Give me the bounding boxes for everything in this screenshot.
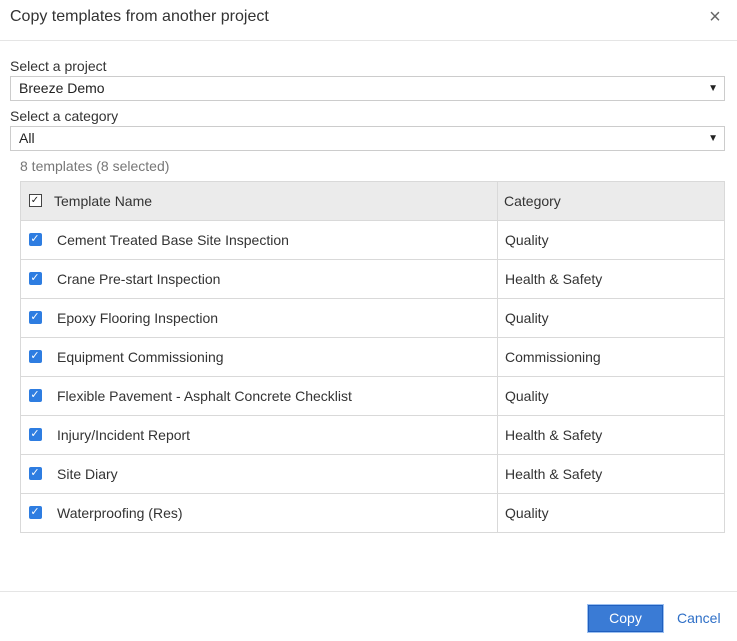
project-select[interactable]: Breeze Demo ▼ — [10, 76, 725, 101]
templates-table: ✓ Template Name Category ✓ Cement Treated… — [20, 181, 725, 533]
table-header-row: ✓ Template Name Category — [20, 181, 725, 221]
project-select-value: Breeze Demo — [19, 80, 105, 96]
table-row[interactable]: ✓ Cement Treated Base Site Inspection Qual… — [20, 220, 725, 260]
template-category-cell: Commissioning — [497, 337, 725, 377]
row-checkbox[interactable]: ✓ — [28, 310, 42, 324]
dialog-title: Copy templates from another project — [10, 8, 269, 25]
row-checkbox[interactable]: ✓ — [28, 349, 42, 363]
row-checkbox[interactable]: ✓ — [28, 232, 42, 246]
copy-button[interactable]: Copy — [588, 605, 663, 632]
row-checkbox[interactable]: ✓ — [28, 505, 42, 519]
template-category-cell: Health & Safety — [497, 259, 725, 299]
template-name-cell: Site Diary — [49, 454, 498, 494]
template-category-cell: Health & Safety — [497, 454, 725, 494]
dropdown-arrow-icon: ▼ — [708, 133, 718, 144]
table-row[interactable]: ✓ Flexible Pavement - Asphalt Concrete Ch… — [20, 376, 725, 416]
dialog-footer: Copy Cancel — [0, 591, 737, 641]
header-category[interactable]: Category — [497, 181, 725, 221]
table-row[interactable]: ✓ Equipment Commissioning Commissioning — [20, 337, 725, 377]
category-label: Select a category — [10, 108, 119, 124]
template-name-cell: Cement Treated Base Site Inspection — [49, 220, 498, 260]
template-name-cell: Crane Pre-start Inspection — [49, 259, 498, 299]
template-category-cell: Quality — [497, 220, 725, 260]
cancel-link[interactable]: Cancel — [677, 610, 721, 626]
template-name-cell: Equipment Commissioning — [49, 337, 498, 377]
table-row[interactable]: ✓ Crane Pre-start Inspection Health & Safe… — [20, 259, 725, 299]
template-name-cell: Flexible Pavement - Asphalt Concrete Che… — [49, 376, 498, 416]
category-select-value: All — [19, 130, 35, 146]
template-name-cell: Epoxy Flooring Inspection — [49, 298, 498, 338]
row-select-cell: ✓ — [20, 415, 49, 455]
table-row[interactable]: ✓ Site Diary Health & Safety — [20, 454, 725, 494]
templates-count: 8 templates (8 selected) — [20, 158, 170, 174]
template-category-cell: Quality — [497, 376, 725, 416]
close-icon[interactable]: × — [706, 7, 724, 27]
row-select-cell: ✓ — [20, 259, 49, 299]
dialog-header: Copy templates from another project × — [0, 0, 737, 41]
select-all-checkbox[interactable]: ✓ — [28, 193, 42, 207]
template-category-cell: Quality — [497, 298, 725, 338]
table-row[interactable]: ✓ Epoxy Flooring Inspection Quality — [20, 298, 725, 338]
row-checkbox[interactable]: ✓ — [28, 271, 42, 285]
row-checkbox[interactable]: ✓ — [28, 427, 42, 441]
row-select-cell: ✓ — [20, 376, 49, 416]
row-select-cell: ✓ — [20, 220, 49, 260]
row-select-cell: ✓ — [20, 493, 49, 533]
template-name-cell: Injury/Incident Report — [49, 415, 498, 455]
table-row[interactable]: ✓ Waterproofing (Res) Quality — [20, 493, 725, 533]
row-select-cell: ✓ — [20, 298, 49, 338]
row-checkbox[interactable]: ✓ — [28, 388, 42, 402]
dropdown-arrow-icon: ▼ — [708, 83, 718, 94]
header-template-name[interactable]: Template Name — [49, 181, 498, 221]
row-select-cell: ✓ — [20, 454, 49, 494]
table-row[interactable]: ✓ Injury/Incident Report Health & Safety — [20, 415, 725, 455]
template-category-cell: Health & Safety — [497, 415, 725, 455]
template-category-cell: Quality — [497, 493, 725, 533]
category-select[interactable]: All ▼ — [10, 126, 725, 151]
header-select-cell: ✓ — [20, 181, 49, 221]
template-name-cell: Waterproofing (Res) — [49, 493, 498, 533]
row-checkbox[interactable]: ✓ — [28, 466, 42, 480]
row-select-cell: ✓ — [20, 337, 49, 377]
project-label: Select a project — [10, 58, 107, 74]
